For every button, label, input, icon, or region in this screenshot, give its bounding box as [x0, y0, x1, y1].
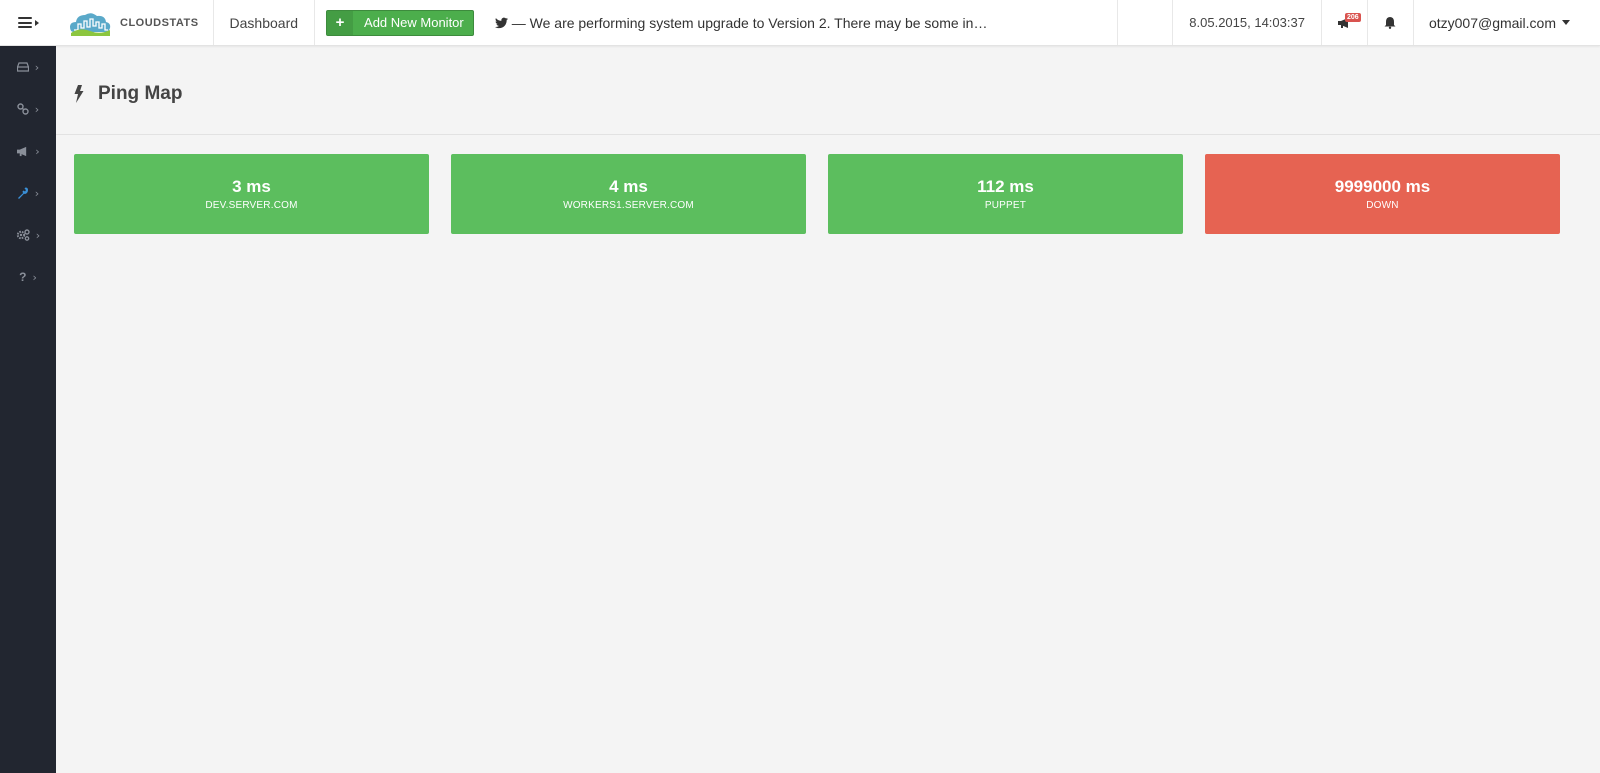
add-new-monitor-button[interactable]: + Add New Monitor — [326, 9, 474, 36]
user-menu-dropdown[interactable]: otzy007@gmail.com — [1412, 0, 1600, 45]
ping-tile[interactable]: 4 ms WORKERS1.SERVER.COM — [451, 154, 806, 234]
brand-name: CLOUDSTATS — [120, 16, 199, 29]
main-content: Ping Map 3 ms DEV.SERVER.COM 4 ms WORKER… — [56, 46, 1600, 773]
cloudstats-logo-icon — [70, 12, 111, 36]
server-icon — [16, 62, 29, 72]
nav-dashboard-link[interactable]: Dashboard — [214, 0, 316, 45]
wrench-icon — [17, 187, 28, 199]
ping-value: 9999000 ms — [1334, 177, 1431, 196]
ping-host: PUPPET — [984, 200, 1027, 211]
twitter-icon — [494, 17, 508, 28]
caret-right-icon — [34, 19, 39, 26]
ping-value: 4 ms — [609, 177, 648, 196]
page-title: Ping Map — [98, 83, 183, 104]
ping-host: WORKERS1.SERVER.COM — [563, 200, 694, 211]
caret-down-icon — [1562, 20, 1570, 25]
ping-value: 3 ms — [232, 177, 271, 196]
server-datetime: 8.05.2015, 14:03:37 — [1172, 0, 1321, 45]
ping-tiles-row: 3 ms DEV.SERVER.COM 4 ms WORKERS1.SERVER… — [74, 154, 1560, 234]
bolt-icon — [74, 85, 84, 103]
chevron-right-icon: › — [34, 186, 40, 200]
add-monitor-wrapper: + Add New Monitor — [315, 0, 485, 45]
announcement-ticker[interactable]: — We are performing system upgrade to Ve… — [485, 0, 1118, 45]
chevron-right-icon: › — [35, 144, 40, 158]
link-icon — [17, 103, 29, 115]
sidebar-item-alerts[interactable]: › — [0, 130, 56, 172]
announcement-text: — We are performing system upgrade to Ve… — [511, 14, 988, 31]
sidebar-toggle-button[interactable] — [0, 0, 56, 45]
alerts-button[interactable]: 206 — [1320, 0, 1367, 45]
add-new-monitor-label: Add New Monitor — [364, 15, 464, 30]
hamburger-icon — [17, 17, 32, 28]
megaphone-icon — [17, 146, 27, 156]
user-email: otzy007@gmail.com — [1428, 14, 1556, 31]
chevron-right-icon: › — [35, 228, 41, 242]
gears-icon — [16, 229, 30, 241]
ping-tile[interactable]: 9999000 ms DOWN — [1205, 154, 1560, 234]
sidebar: › › › › › ? › — [0, 46, 56, 773]
chevron-right-icon: › — [34, 60, 40, 74]
ping-tile[interactable]: 3 ms DEV.SERVER.COM — [74, 154, 429, 234]
top-navbar: CLOUDSTATS Dashboard + Add New Monitor —… — [0, 0, 1600, 46]
alerts-count-badge: 206 — [1344, 13, 1361, 22]
sidebar-item-urls[interactable]: › — [0, 88, 56, 130]
chevron-right-icon: › — [32, 270, 37, 284]
navbar-spacer — [1118, 0, 1173, 45]
ping-host: DEV.SERVER.COM — [205, 200, 298, 211]
plus-icon: + — [327, 10, 354, 35]
ping-tile[interactable]: 112 ms PUPPET — [828, 154, 1183, 234]
chevron-right-icon: › — [34, 102, 40, 116]
sidebar-item-servers[interactable]: › — [0, 46, 56, 88]
page-header: Ping Map — [56, 46, 1600, 135]
ping-value: 112 ms — [977, 177, 1034, 196]
bell-icon — [1384, 17, 1396, 29]
ping-host: DOWN — [1366, 200, 1399, 211]
sidebar-item-settings[interactable]: › — [0, 214, 56, 256]
brand-logo-link[interactable]: CLOUDSTATS — [56, 0, 214, 45]
sidebar-item-tools[interactable]: › — [0, 172, 56, 214]
sidebar-item-help[interactable]: ? › — [0, 256, 56, 298]
question-icon: ? — [19, 270, 27, 284]
notifications-button[interactable] — [1366, 0, 1413, 45]
